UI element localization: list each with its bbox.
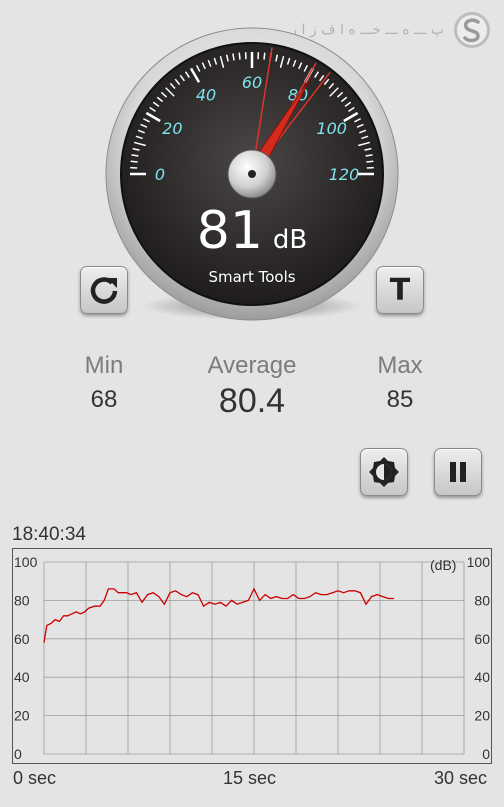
- gauge-scale-label: 40: [196, 85, 216, 104]
- stat-average: Average 80.4: [192, 352, 312, 421]
- stat-min-value: 68: [90, 386, 118, 413]
- gauge-tick: [366, 160, 374, 163]
- y-tick-label-right: 40: [474, 669, 490, 685]
- graph-start-time: 18:40:34: [12, 524, 86, 545]
- sound-meter-gauge: 020406080100120 81dB Smart Tools: [104, 16, 400, 326]
- y-tick-label-left: 60: [14, 631, 30, 647]
- current-level-readout: 81 dB: [104, 201, 400, 261]
- calibrate-button-label: T: [389, 272, 411, 308]
- current-level-unit: dB: [272, 225, 308, 255]
- graph-unit-label: (dB): [430, 557, 456, 573]
- stat-max-label: Max: [377, 352, 423, 379]
- y-tick-label-right: 20: [474, 708, 490, 724]
- level-history-graph: 100 100 80 80 60 60 40 40 20 20 0 0 (dB): [12, 548, 492, 764]
- y-tick-label-left: 40: [14, 669, 30, 685]
- stat-max: Max 85: [360, 352, 440, 414]
- gauge-scale-label: 20: [162, 119, 182, 138]
- gauge-scale-label: 0: [155, 165, 165, 184]
- gauge-tick: [263, 52, 266, 60]
- stat-average-label: Average: [207, 352, 297, 379]
- y-tick-label-right: 100: [467, 554, 491, 570]
- gauge-tick: [238, 52, 241, 60]
- current-level-value: 81: [196, 201, 263, 261]
- y-tick-label-left: 100: [14, 554, 38, 570]
- gauge-scale-label: 120: [329, 165, 360, 184]
- x-label-start: 0 sec: [13, 768, 57, 788]
- stat-min-label: Min: [84, 352, 124, 379]
- gauge-scale-label: 60: [242, 73, 262, 92]
- x-label-end: 30 sec: [434, 768, 488, 788]
- y-tick-label-left: 0: [14, 746, 22, 762]
- brightness-button[interactable]: [360, 448, 408, 496]
- brand-label: Smart Tools: [208, 268, 296, 286]
- y-tick-label-right: 80: [474, 592, 490, 608]
- gauge-scale-label: 100: [316, 119, 347, 138]
- refresh-icon: [90, 277, 118, 304]
- stat-average-value: 80.4: [218, 382, 286, 420]
- y-tick-label-right: 0: [482, 746, 490, 762]
- pause-icon: [450, 462, 466, 482]
- y-tick-label-left: 20: [14, 708, 30, 724]
- calibrate-button[interactable]: T: [376, 266, 424, 314]
- s-logo-icon: [454, 12, 490, 48]
- brightness-icon: [369, 457, 399, 487]
- pause-button[interactable]: [434, 448, 482, 496]
- y-tick-label-left: 80: [14, 592, 30, 608]
- x-label-middle: 15 sec: [223, 768, 277, 788]
- stat-max-value: 85: [386, 386, 414, 413]
- reset-button[interactable]: [80, 266, 128, 314]
- y-tick-label-right: 60: [474, 631, 490, 647]
- gauge-tick: [130, 160, 138, 163]
- stat-min: Min 68: [64, 352, 144, 414]
